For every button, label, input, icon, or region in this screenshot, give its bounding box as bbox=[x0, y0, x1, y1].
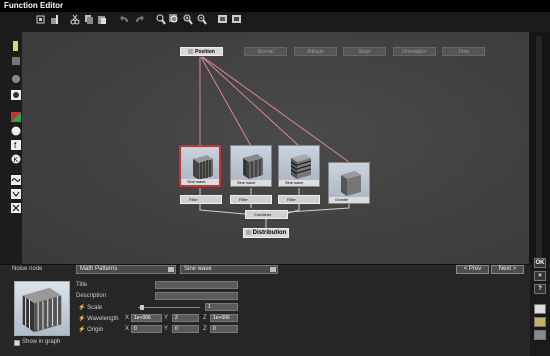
copy-icon[interactable] bbox=[84, 14, 94, 25]
node-caption: Sine wave bbox=[231, 180, 271, 186]
paste-icon[interactable] bbox=[97, 14, 107, 25]
circle-node-icon[interactable] bbox=[11, 126, 21, 136]
scale-label: ⚡ Scale bbox=[78, 305, 103, 311]
input-altitude[interactable]: Altitude bbox=[294, 47, 337, 56]
scale-input[interactable]: 1 bbox=[205, 303, 238, 311]
node-caption: Granite bbox=[329, 197, 369, 203]
input-time[interactable]: Time bbox=[442, 47, 485, 56]
origin-y-input[interactable]: 0 bbox=[172, 325, 199, 333]
wavelength-z-input[interactable]: 1e+006 bbox=[210, 314, 238, 322]
graph-vertical-scrollbar[interactable] bbox=[529, 32, 550, 264]
origin-z-input[interactable]: 0 bbox=[210, 325, 238, 333]
input-orientation[interactable]: Orientation bbox=[393, 47, 436, 56]
zoom-fit-icon[interactable] bbox=[156, 14, 166, 25]
noise-node-granite[interactable]: Granite bbox=[328, 162, 370, 204]
scale-slider[interactable] bbox=[138, 307, 200, 308]
striped-cube-preview bbox=[290, 154, 312, 179]
lock-icon[interactable] bbox=[49, 14, 59, 25]
node-caption: Sine wave bbox=[181, 179, 219, 185]
input-slope[interactable]: Slope bbox=[343, 47, 386, 56]
filter-node-3[interactable]: Filter bbox=[278, 195, 320, 204]
prev-button[interactable]: < Prev bbox=[456, 265, 489, 274]
function-node-icon[interactable]: f bbox=[11, 140, 21, 150]
granite-cube-preview bbox=[341, 171, 361, 196]
svg-text:K: K bbox=[14, 157, 19, 164]
origin-z-label: Z bbox=[203, 326, 207, 332]
node-caption: Sine wave bbox=[279, 180, 319, 186]
shape-node-icon[interactable] bbox=[11, 189, 21, 199]
node-add-icon[interactable] bbox=[36, 14, 46, 25]
zoom-out-icon[interactable] bbox=[197, 14, 207, 25]
input-normal[interactable]: Normal bbox=[244, 47, 287, 56]
chevron-down-icon bbox=[168, 267, 174, 272]
node-type-label: Noise node bbox=[12, 266, 43, 272]
noise-node-sine-wave-3[interactable]: Sine wave bbox=[278, 145, 320, 187]
description-field-label: Description bbox=[76, 293, 107, 299]
help-button[interactable]: ? bbox=[534, 284, 546, 294]
origin-y-label: Y bbox=[164, 326, 169, 332]
window-title: Function Editor bbox=[4, 1, 64, 10]
input-position[interactable]: Position bbox=[180, 47, 223, 56]
toolbar bbox=[0, 12, 550, 32]
user-icon[interactable] bbox=[11, 56, 21, 66]
image-preview-icon[interactable] bbox=[218, 14, 228, 25]
show-in-graph-checkbox[interactable] bbox=[14, 340, 20, 346]
zoom-in-icon[interactable] bbox=[183, 14, 193, 25]
wavelength-y-label: Y bbox=[164, 315, 169, 321]
cut-icon[interactable] bbox=[70, 14, 80, 25]
show-in-graph-label: Show in graph bbox=[22, 339, 61, 345]
wavelength-z-label: Z bbox=[203, 315, 207, 321]
function-dropdown[interactable]: Sine wave bbox=[180, 265, 278, 274]
image-detail-icon[interactable] bbox=[232, 14, 242, 25]
striped-cube-preview bbox=[22, 287, 62, 333]
save-icon[interactable] bbox=[534, 330, 546, 340]
origin-label: ⚡ Origin bbox=[78, 327, 104, 333]
constant-node-icon[interactable]: K bbox=[11, 154, 21, 164]
description-input[interactable] bbox=[155, 292, 238, 300]
undo-icon[interactable] bbox=[120, 14, 130, 25]
wavelength-x-input[interactable]: 1e+006 bbox=[131, 314, 162, 322]
zoom-region-icon[interactable] bbox=[169, 14, 179, 25]
noise-node-sine-wave-1[interactable]: Sine wave bbox=[179, 145, 221, 187]
swap-icon[interactable] bbox=[11, 90, 21, 100]
redo-icon[interactable] bbox=[134, 14, 144, 25]
combine-node-icon[interactable] bbox=[11, 203, 21, 213]
color-node-icon[interactable] bbox=[11, 112, 21, 122]
scale-slider-handle[interactable] bbox=[140, 305, 144, 310]
output-distribution[interactable]: Distribution bbox=[243, 228, 289, 238]
title-field-label: Title bbox=[76, 282, 88, 288]
node-preview-image bbox=[14, 281, 70, 336]
wavelength-label: ⚡ Wavelength bbox=[78, 316, 119, 322]
open-folder-icon[interactable] bbox=[534, 317, 546, 327]
close-button[interactable]: × bbox=[534, 271, 546, 281]
chevron-down-icon bbox=[270, 267, 276, 272]
filter-node-1[interactable]: Filter bbox=[180, 195, 222, 204]
ok-button[interactable]: OK bbox=[534, 258, 546, 268]
filter-node-2[interactable]: Filter bbox=[230, 195, 272, 204]
sphere-icon[interactable] bbox=[11, 74, 21, 84]
title-input[interactable] bbox=[155, 281, 238, 289]
combiner-node[interactable]: Combiner bbox=[245, 210, 288, 219]
wave-node-icon[interactable] bbox=[11, 175, 21, 185]
striped-cube-preview bbox=[193, 155, 213, 180]
origin-x-label: X bbox=[125, 326, 130, 332]
striped-cube-preview bbox=[243, 154, 263, 179]
noise-node-sine-wave-2[interactable]: Sine wave bbox=[230, 145, 272, 187]
next-button[interactable]: Next > bbox=[491, 265, 524, 274]
wavelength-x-label: X bbox=[125, 315, 130, 321]
title-bar: Function Editor bbox=[0, 0, 550, 12]
new-document-icon[interactable] bbox=[534, 304, 546, 314]
category-dropdown[interactable]: Math Patterns bbox=[76, 265, 176, 274]
origin-x-input[interactable]: 0 bbox=[131, 325, 162, 333]
wavelength-y-input[interactable]: 2 bbox=[172, 314, 199, 322]
paint-tool-icon[interactable] bbox=[11, 41, 21, 51]
